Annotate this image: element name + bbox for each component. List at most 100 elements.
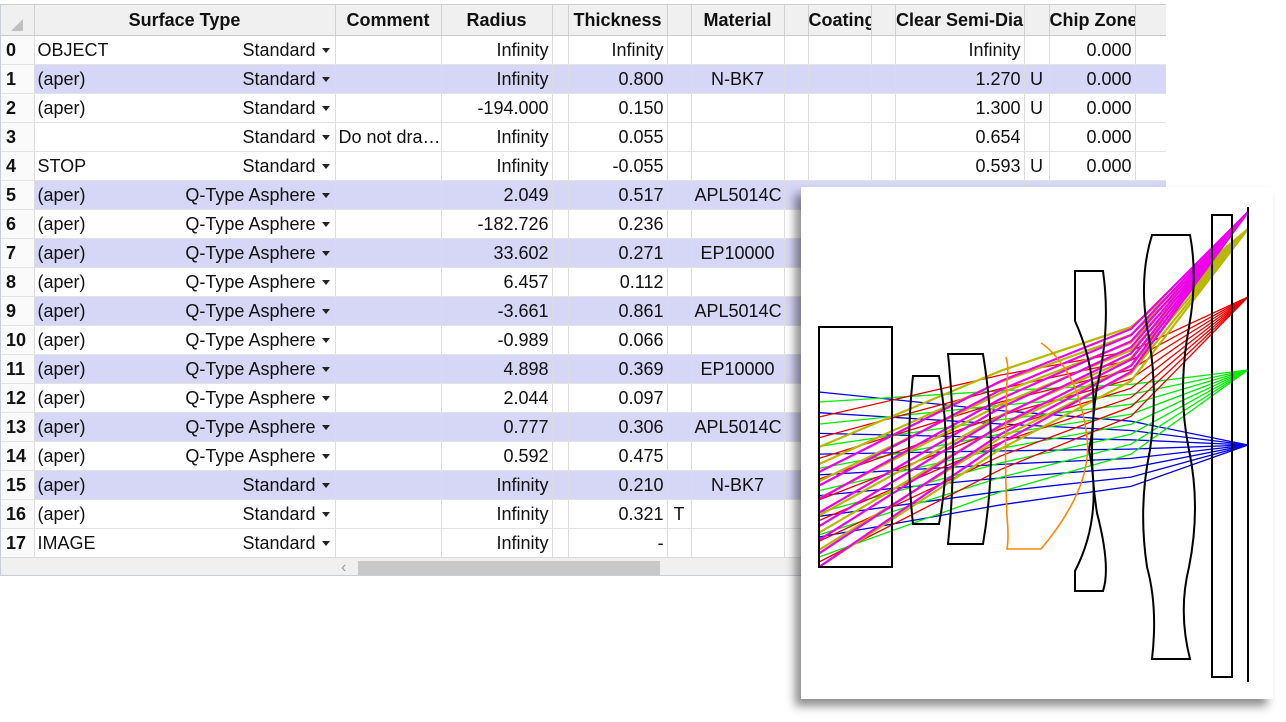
thickness-solve-cell[interactable] bbox=[667, 35, 692, 65]
material-solve-cell[interactable] bbox=[784, 35, 809, 65]
material-cell[interactable] bbox=[691, 209, 785, 239]
thickness-cell[interactable]: 0.097 bbox=[568, 383, 668, 413]
semi-dia-solve-cell[interactable] bbox=[1024, 35, 1050, 65]
chip-zone-solve-cell[interactable] bbox=[1135, 35, 1166, 65]
comment-cell[interactable] bbox=[335, 470, 442, 500]
comment-cell[interactable] bbox=[335, 383, 442, 413]
chip-zone-solve-cell[interactable] bbox=[1135, 122, 1166, 152]
table-row[interactable]: 0 OBJECT Standard Infinity Infinity Infi… bbox=[1, 35, 1166, 65]
radius-cell[interactable]: -0.989 bbox=[441, 325, 553, 355]
col-header-surface-type[interactable]: Surface Type bbox=[34, 5, 336, 36]
surface-type-cell[interactable]: IMAGE Standard bbox=[34, 528, 336, 558]
thickness-solve-cell[interactable] bbox=[667, 412, 692, 442]
comment-cell[interactable] bbox=[335, 499, 442, 529]
chip-zone-cell[interactable]: 0.000 bbox=[1049, 93, 1136, 123]
scroll-left-arrow-icon[interactable]: ‹ bbox=[341, 559, 346, 575]
thickness-cell[interactable]: 0.236 bbox=[568, 209, 668, 239]
dropdown-caret-icon[interactable] bbox=[321, 424, 330, 430]
col-header-coating[interactable]: Coating bbox=[808, 5, 872, 36]
radius-solve-cell[interactable] bbox=[552, 499, 569, 529]
radius-cell[interactable]: 2.049 bbox=[441, 180, 553, 210]
comment-cell[interactable] bbox=[335, 35, 442, 65]
material-cell[interactable]: APL5014C bbox=[691, 412, 785, 442]
material-cell[interactable]: EP10000 bbox=[691, 354, 785, 384]
semi-dia-solve-cell[interactable]: U bbox=[1024, 93, 1050, 123]
dropdown-caret-icon[interactable] bbox=[321, 76, 330, 82]
radius-solve-cell[interactable] bbox=[552, 325, 569, 355]
radius-solve-cell[interactable] bbox=[552, 93, 569, 123]
thickness-solve-cell[interactable] bbox=[667, 470, 692, 500]
surface-number[interactable]: 12 bbox=[1, 383, 35, 413]
radius-cell[interactable]: Infinity bbox=[441, 499, 553, 529]
material-cell[interactable]: APL5014C bbox=[691, 180, 785, 210]
dropdown-caret-icon[interactable] bbox=[321, 279, 330, 285]
col-header-coating-solve[interactable] bbox=[871, 5, 896, 36]
radius-solve-cell[interactable] bbox=[552, 470, 569, 500]
radius-solve-cell[interactable] bbox=[552, 296, 569, 326]
surface-type-cell[interactable]: OBJECT Standard bbox=[34, 35, 336, 65]
material-cell[interactable] bbox=[691, 35, 785, 65]
thickness-cell[interactable]: -0.055 bbox=[568, 151, 668, 181]
material-cell[interactable]: N-BK7 bbox=[691, 470, 785, 500]
radius-cell[interactable]: Infinity bbox=[441, 35, 553, 65]
coating-solve-cell[interactable] bbox=[871, 64, 896, 94]
surface-type-cell[interactable]: (aper) Q-Type Asphere bbox=[34, 412, 336, 442]
radius-cell[interactable]: Infinity bbox=[441, 122, 553, 152]
select-all-corner[interactable] bbox=[1, 5, 35, 36]
clear-semi-dia-cell[interactable]: 1.270 bbox=[895, 64, 1025, 94]
radius-cell[interactable]: 2.044 bbox=[441, 383, 553, 413]
radius-cell[interactable]: 33.602 bbox=[441, 238, 553, 268]
surface-type-cell[interactable]: Standard bbox=[34, 122, 336, 152]
radius-solve-cell[interactable] bbox=[552, 64, 569, 94]
material-solve-cell[interactable] bbox=[784, 122, 809, 152]
dropdown-caret-icon[interactable] bbox=[321, 221, 330, 227]
radius-solve-cell[interactable] bbox=[552, 441, 569, 471]
col-header-semi-dia-solve[interactable] bbox=[1024, 5, 1050, 36]
radius-solve-cell[interactable] bbox=[552, 209, 569, 239]
thickness-solve-cell[interactable]: T bbox=[667, 499, 692, 529]
material-cell[interactable] bbox=[691, 441, 785, 471]
surface-number[interactable]: 15 bbox=[1, 470, 35, 500]
col-header-thickness[interactable]: Thickness bbox=[568, 5, 668, 36]
table-row[interactable]: 3 Standard Do not dra… Infinity 0.055 0.… bbox=[1, 122, 1166, 152]
dropdown-caret-icon[interactable] bbox=[321, 511, 330, 517]
thickness-cell[interactable]: 0.210 bbox=[568, 470, 668, 500]
comment-cell[interactable] bbox=[335, 238, 442, 268]
surface-number[interactable]: 1 bbox=[1, 64, 35, 94]
col-header-comment[interactable]: Comment bbox=[335, 5, 442, 36]
surface-type-cell[interactable]: (aper) Standard bbox=[34, 470, 336, 500]
col-header-material[interactable]: Material bbox=[691, 5, 785, 36]
thickness-solve-cell[interactable] bbox=[667, 325, 692, 355]
chip-zone-cell[interactable]: 0.000 bbox=[1049, 64, 1136, 94]
clear-semi-dia-cell[interactable]: 0.654 bbox=[895, 122, 1025, 152]
thickness-cell[interactable]: 0.321 bbox=[568, 499, 668, 529]
material-cell[interactable] bbox=[691, 499, 785, 529]
surface-type-cell[interactable]: STOP Standard bbox=[34, 151, 336, 181]
surface-type-cell[interactable]: (aper) Standard bbox=[34, 499, 336, 529]
thickness-cell[interactable]: Infinity bbox=[568, 35, 668, 65]
thickness-solve-cell[interactable] bbox=[667, 180, 692, 210]
dropdown-caret-icon[interactable] bbox=[321, 134, 330, 140]
radius-solve-cell[interactable] bbox=[552, 412, 569, 442]
surface-number[interactable]: 10 bbox=[1, 325, 35, 355]
surface-type-cell[interactable]: (aper) Q-Type Asphere bbox=[34, 383, 336, 413]
radius-cell[interactable]: 0.777 bbox=[441, 412, 553, 442]
semi-dia-solve-cell[interactable]: U bbox=[1024, 64, 1050, 94]
comment-cell[interactable] bbox=[335, 528, 442, 558]
material-cell[interactable] bbox=[691, 122, 785, 152]
surface-number[interactable]: 3 bbox=[1, 122, 35, 152]
radius-cell[interactable]: -194.000 bbox=[441, 93, 553, 123]
thickness-solve-cell[interactable] bbox=[667, 267, 692, 297]
coating-cell[interactable] bbox=[808, 35, 872, 65]
radius-cell[interactable]: -182.726 bbox=[441, 209, 553, 239]
radius-solve-cell[interactable] bbox=[552, 267, 569, 297]
surface-number[interactable]: 5 bbox=[1, 180, 35, 210]
comment-cell[interactable] bbox=[335, 209, 442, 239]
thickness-cell[interactable]: 0.112 bbox=[568, 267, 668, 297]
thickness-cell[interactable]: 0.861 bbox=[568, 296, 668, 326]
comment-cell[interactable] bbox=[335, 325, 442, 355]
dropdown-caret-icon[interactable] bbox=[321, 105, 330, 111]
thickness-cell[interactable]: 0.475 bbox=[568, 441, 668, 471]
surface-type-cell[interactable]: (aper) Q-Type Asphere bbox=[34, 325, 336, 355]
clear-semi-dia-cell[interactable]: 0.593 bbox=[895, 151, 1025, 181]
